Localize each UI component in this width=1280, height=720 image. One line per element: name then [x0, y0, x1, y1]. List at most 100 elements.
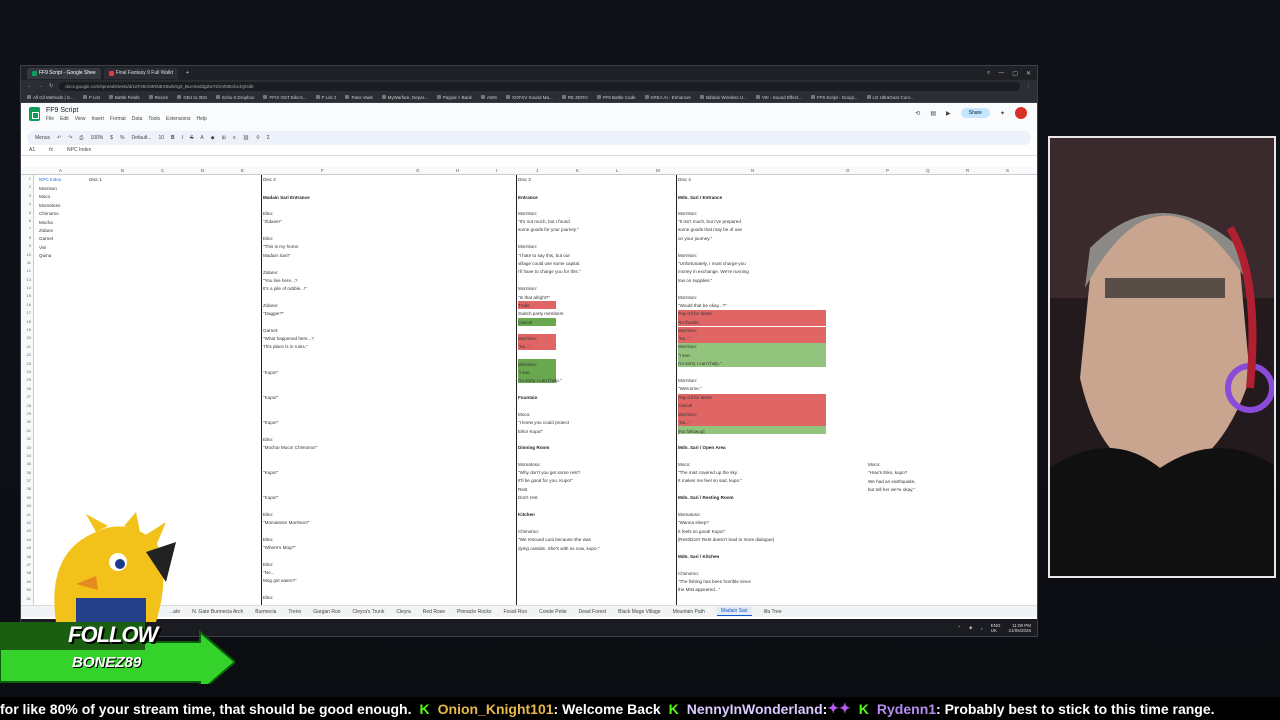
sheet-cell[interactable]: We had an earthquake, — [868, 479, 916, 484]
maximize-icon[interactable]: ▢ — [1012, 70, 1018, 77]
row-number[interactable]: 34 — [21, 452, 33, 460]
sheet-cell[interactable]: Dinning Room — [518, 445, 549, 450]
row-number[interactable]: 50 — [21, 586, 33, 594]
sheet-cell[interactable]: This place is in ruins." — [263, 344, 308, 349]
sheet-cell[interactable]: It makes me feel so sad, kupo." — [678, 478, 742, 483]
volume-icon[interactable]: ♪ — [980, 626, 982, 631]
sheet-cell[interactable]: Moco: — [868, 462, 881, 467]
sheet-cell[interactable]: It's a pile of rubble...!" — [263, 286, 307, 291]
sheet-cell[interactable]: Madain Sari!" — [263, 253, 290, 258]
sheet-cell[interactable]: [Rest/Don't Rest doesn't lead to more di… — [678, 537, 774, 542]
sheet-cell[interactable]: Moco — [39, 194, 50, 199]
sheet-cell[interactable]: Eiko: — [263, 512, 273, 517]
sheet-cell[interactable]: "So..." — [678, 336, 691, 341]
filter-icon[interactable]: ⚲ — [256, 135, 260, 141]
row-number[interactable]: 38 — [21, 485, 33, 493]
sheet-cell[interactable]: Morrison: — [678, 328, 697, 333]
menu-item[interactable]: Format — [110, 116, 126, 122]
bookmark-link[interactable]: KREA AI - Enhancer — [645, 95, 692, 100]
font-select[interactable]: Default... — [131, 135, 151, 141]
row-number[interactable]: 31 — [21, 427, 33, 435]
undo-icon[interactable]: ↶ — [57, 135, 61, 141]
sheet-cell[interactable]: but tell her we're okay." — [868, 487, 915, 492]
sheet-cell[interactable]: "Unfortunately, I must charge you — [678, 261, 746, 266]
sheet-cell[interactable]: "Kupo!" — [263, 420, 278, 425]
column-header[interactable]: F — [321, 168, 324, 173]
sheet-cell[interactable]: some goods for your journey." — [518, 227, 579, 232]
bookmark-link[interactable]: Bibbdo Wireless U... — [700, 95, 747, 100]
sheet-cell[interactable]: money in exchange. We're running — [678, 269, 749, 274]
sheet-cell[interactable]: "Kupo!" — [263, 395, 278, 400]
bookmark-link[interactable]: P List — [83, 95, 100, 100]
sheet-cell[interactable]: Disc 4 — [678, 177, 691, 182]
sheet-cell[interactable]: "It isn't much, but I've prepared — [678, 219, 741, 224]
sheet-cell[interactable]: I'm sorry I can't help." — [518, 378, 562, 383]
sheet-cell[interactable]: Zidane: — [263, 303, 278, 308]
currency-icon[interactable]: $ — [110, 135, 113, 141]
sheet-cell[interactable]: Momatoso: — [678, 512, 701, 517]
sheet-cell[interactable]: Mdn. Sari / Open Area — [678, 445, 726, 450]
sheet-cell[interactable]: Disc 3 — [518, 177, 531, 182]
column-header[interactable]: S — [1006, 168, 1009, 173]
language-indicator[interactable]: ENG UK — [991, 623, 1001, 633]
sheet-cell[interactable]: some goods that may be of use — [678, 227, 742, 232]
sheet-cell[interactable]: Morrison: — [518, 362, 537, 367]
row-number[interactable]: 27 — [21, 393, 33, 401]
sheet-cell[interactable]: "No... — [263, 570, 274, 575]
row-number[interactable]: 2 — [21, 183, 33, 191]
menu-item[interactable]: Extensions — [166, 116, 190, 122]
sheet-cell[interactable]: village could use some capital. — [518, 261, 580, 266]
row-number[interactable]: 14 — [21, 284, 33, 292]
row-number[interactable]: 5 — [21, 209, 33, 217]
forward-icon[interactable]: → — [38, 83, 43, 89]
sheet-cell[interactable]: Morrison: — [678, 412, 697, 417]
sheet-cell[interactable]: Pay Gil for items — [678, 311, 712, 316]
bookmark-link[interactable]: All Gil Methods | S... — [27, 95, 74, 100]
row-number[interactable]: 45 — [21, 544, 33, 552]
sheet-tab[interactable]: Dead Forest — [579, 609, 607, 615]
bookmark-link[interactable]: LG UltraGear Curv... — [867, 95, 914, 100]
menu-item[interactable]: Data — [132, 116, 143, 122]
sheet-cell[interactable]: Chimomo: — [678, 571, 699, 576]
sheet-cell[interactable]: Morrison: — [518, 286, 537, 291]
sheet-cell[interactable]: Zidane: — [263, 270, 278, 275]
row-number[interactable]: 15 — [21, 292, 33, 300]
sheet-cell[interactable]: Fountain — [518, 395, 537, 400]
borders-icon[interactable]: ⊞ — [222, 135, 226, 141]
history-icon[interactable]: ⟲ — [915, 110, 920, 117]
sheet-cell[interactable]: Garnet: — [263, 328, 278, 333]
row-number[interactable]: 32 — [21, 435, 33, 443]
sheet-cell[interactable]: "How's Eiko, kupo? — [868, 470, 907, 475]
bookmark-link[interactable]: AWS — [481, 95, 497, 100]
sheet-cell[interactable]: "The mist covered up the sky. — [678, 470, 738, 475]
row-number[interactable]: 42 — [21, 519, 33, 527]
sheet-cell[interactable]: Morrison: — [678, 295, 697, 300]
search-tabs-icon[interactable]: ⌕ — [987, 70, 990, 77]
row-number[interactable]: 47 — [21, 561, 33, 569]
row-number[interactable]: 18 — [21, 318, 33, 326]
browser-tab-ff9-script[interactable]: FF9 Script - Google Shee — [27, 67, 101, 79]
sheet-cell[interactable]: I'm sorry I can't help." — [678, 361, 722, 366]
row-number[interactable]: 1 — [21, 175, 33, 183]
sheet-cell[interactable]: Eiko: — [263, 236, 273, 241]
sheet-cell[interactable]: Morrison: — [678, 253, 697, 258]
sheet-cell[interactable]: "What happened here...? — [263, 336, 314, 341]
align-icon[interactable]: ≡ — [233, 135, 236, 141]
row-number[interactable]: 51 — [21, 595, 33, 603]
sheet-cell[interactable]: "Kupo!" — [263, 470, 278, 475]
menu-item[interactable]: View — [75, 116, 86, 122]
sheet-cell[interactable]: "Kupo!" — [263, 495, 278, 500]
bookmark-link[interactable]: FF9 Battle Code — [597, 95, 636, 100]
sheet-tab[interactable]: Pinnacle Rocks — [457, 609, 491, 615]
print-icon[interactable]: ⎙ — [79, 135, 83, 141]
row-number[interactable]: 23 — [21, 360, 33, 368]
row-number[interactable]: 37 — [21, 477, 33, 485]
tray-up-icon[interactable]: ⌃ — [957, 625, 961, 631]
sheet-tab[interactable]: Black Mage Village — [618, 609, 660, 615]
sheet-cell[interactable]: "You live here...? — [263, 278, 297, 283]
name-box[interactable]: A1 — [29, 147, 35, 153]
bookmark-link[interactable]: Echo 0 Dropbox — [216, 95, 254, 100]
sheet-tab[interactable]: Burmecia — [255, 609, 276, 615]
bookmark-link[interactable]: Battle Fields — [109, 95, 140, 100]
menu-item[interactable]: Help — [197, 116, 207, 122]
